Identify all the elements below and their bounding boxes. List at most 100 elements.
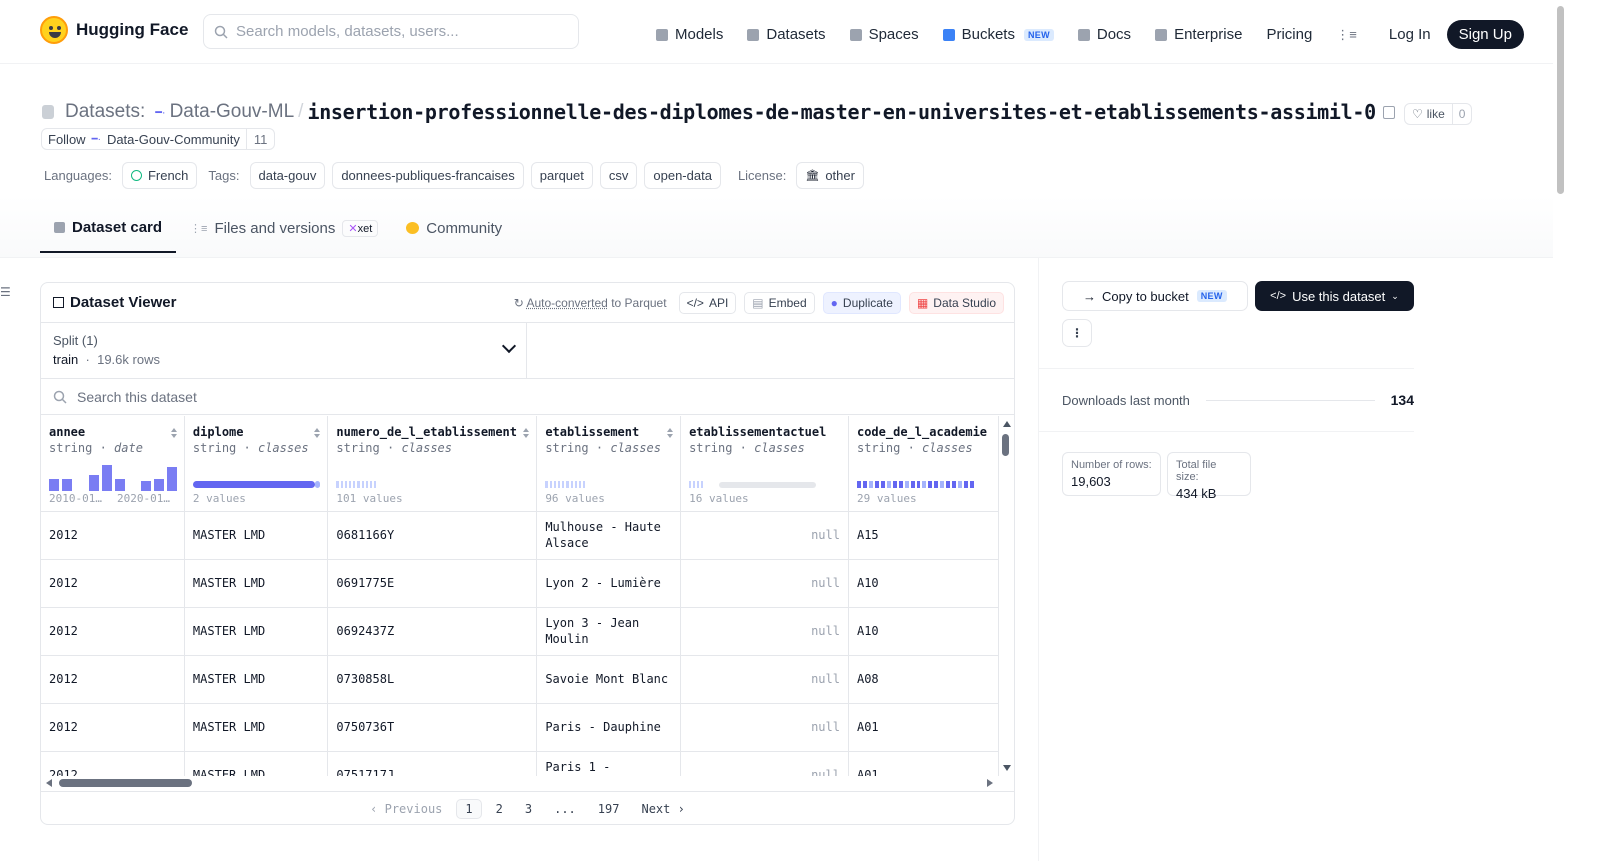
tag-item[interactable]: donnees-publiques-francaises (332, 162, 524, 189)
repo-org-link[interactable]: Data-Gouv-ML (170, 101, 295, 123)
sort-icon[interactable] (667, 428, 674, 438)
table-cell[interactable]: Savoie Mont Blanc (536, 655, 682, 704)
more-options-button[interactable]: ⋮ (1062, 319, 1092, 347)
class-distribution[interactable]: 96 values (545, 461, 672, 507)
page-button[interactable]: 1 (456, 798, 482, 819)
embed-button[interactable]: ▤ Embed (744, 292, 815, 314)
nav-enterprise[interactable]: Enterprise (1155, 26, 1242, 43)
table-cell[interactable]: 2012 (41, 751, 185, 776)
nav-docs[interactable]: Docs (1077, 26, 1131, 43)
nav-pricing[interactable]: Pricing (1266, 26, 1312, 43)
more-menu-icon[interactable]: ⋮≡ (1336, 27, 1357, 43)
column-header-numero-de-l-etablissement[interactable]: numero_de_l_etablissement string · class… (327, 416, 538, 512)
nav-datasets[interactable]: Datasets (747, 26, 826, 43)
tag-item[interactable]: parquet (530, 162, 593, 189)
page-button[interactable]: 3 (517, 800, 540, 818)
table-cell[interactable]: null (680, 511, 849, 560)
class-distribution[interactable]: 101 values (336, 461, 528, 507)
copy-icon[interactable] (1382, 105, 1395, 119)
table-cell[interactable]: A15 (848, 511, 999, 560)
global-search[interactable] (203, 14, 579, 49)
table-cell[interactable]: Mulhouse - Haute Alsace (536, 511, 682, 560)
split-select[interactable]: Split (1) train · 19.6k rows (41, 323, 527, 378)
tag-language[interactable]: French (121, 162, 198, 189)
table-cell[interactable]: MASTER LMD (184, 655, 329, 704)
table-row[interactable]: 2012 MASTER LMD 0692437Z Lyon 3 - Jean M… (41, 607, 999, 656)
previous-page-button[interactable]: ‹ Previous (362, 800, 450, 818)
table-cell[interactable]: A01 (848, 703, 999, 752)
table-cell[interactable]: Lyon 2 - Lumière (536, 559, 682, 608)
tag-license[interactable]: 🏛 other (796, 162, 864, 189)
sort-icon[interactable] (314, 428, 321, 438)
scroll-left-icon[interactable] (46, 779, 52, 787)
global-search-input[interactable] (236, 23, 556, 40)
table-cell[interactable]: null (680, 703, 849, 752)
dataset-search-input[interactable] (77, 388, 477, 405)
repo-name[interactable]: insertion-professionnelle-des-diplomes-d… (307, 100, 1376, 124)
horizontal-scrollbar[interactable] (41, 777, 999, 789)
table-cell[interactable]: null (680, 607, 849, 656)
column-header-etablissementactuel[interactable]: etablissementactuel string · classes 16 … (680, 416, 849, 512)
class-distribution[interactable]: 29 values (856, 461, 990, 507)
like-button[interactable]: ♡ like 0 (1404, 103, 1473, 125)
tag-item[interactable]: csv (599, 162, 638, 189)
api-button[interactable]: </> API (678, 292, 737, 314)
page-button[interactable]: 2 (488, 800, 511, 818)
date-histogram[interactable]: 2010-01… 2020-01… (49, 461, 177, 507)
column-header-diplome[interactable]: diplome string · classes 2 values (184, 416, 329, 512)
class-distribution[interactable]: 2 values (192, 461, 320, 507)
table-cell[interactable]: 0751717J (327, 751, 538, 776)
table-cell[interactable]: 0681166Y (327, 511, 538, 560)
nav-models[interactable]: Models (656, 26, 723, 43)
table-cell[interactable]: 2012 (41, 511, 185, 560)
table-cell[interactable]: 0750736T (327, 703, 538, 752)
table-cell[interactable]: 2012 (41, 559, 185, 608)
table-cell[interactable]: 0730858L (327, 655, 538, 704)
table-cell[interactable]: 2012 (41, 655, 185, 704)
copy-to-bucket-button[interactable]: → Copy to bucket NEW (1062, 281, 1248, 311)
login-link[interactable]: Log In (1389, 26, 1431, 43)
scroll-thumb[interactable] (1557, 6, 1564, 194)
table-row[interactable]: 2012 MASTER LMD 0681166Y Mulhouse - Haut… (41, 511, 999, 560)
auto-converted-note[interactable]: ↻ Auto-converted to Parquet (514, 296, 667, 310)
data-table-wrapper[interactable]: annee string · date 2010-01… 2020-01… di… (41, 416, 999, 776)
sort-icon[interactable] (170, 428, 178, 438)
page-scrollbar[interactable] (1553, 0, 1568, 861)
scroll-up-icon[interactable] (1003, 421, 1011, 427)
nav-spaces[interactable]: Spaces (849, 26, 919, 43)
table-cell[interactable]: MASTER LMD (184, 607, 329, 656)
table-cell[interactable]: MASTER LMD (184, 559, 329, 608)
class-distribution[interactable]: 16 values (689, 461, 840, 507)
tag-item[interactable]: data-gouv (249, 162, 326, 189)
table-cell[interactable]: A08 (848, 655, 999, 704)
logo[interactable]: Hugging Face (40, 16, 188, 44)
nav-buckets[interactable]: Buckets NEW (942, 26, 1054, 43)
table-cell[interactable]: 0691775E (327, 559, 538, 608)
table-cell[interactable]: Paris - Dauphine (536, 703, 682, 752)
table-cell[interactable]: 0692437Z (327, 607, 538, 656)
dataset-search[interactable] (41, 379, 1014, 415)
table-cell[interactable]: null (680, 751, 849, 776)
table-cell[interactable]: MASTER LMD (184, 511, 329, 560)
sort-icon[interactable] (523, 428, 530, 438)
use-this-dataset-button[interactable]: </> Use this dataset ⌄ (1255, 281, 1414, 311)
next-page-button[interactable]: Next › (633, 800, 692, 818)
table-row[interactable]: 2012 MASTER LMD 0750736T Paris - Dauphin… (41, 703, 999, 752)
tab-community[interactable]: Community (392, 213, 516, 253)
table-cell[interactable]: Paris 1 - Panthéon (536, 751, 682, 776)
table-cell[interactable]: MASTER LMD (184, 751, 329, 776)
table-row[interactable]: 2012 MASTER LMD 0730858L Savoie Mont Bla… (41, 655, 999, 704)
table-row[interactable]: 2012 MASTER LMD 0751717J Paris 1 - Panth… (41, 751, 999, 776)
tab-files-and-versions[interactable]: ⋮≡ Files and versions ✕xet (176, 213, 392, 253)
scroll-thumb[interactable] (1002, 434, 1009, 456)
table-cell[interactable]: A10 (848, 607, 999, 656)
repo-type-label[interactable]: Datasets: (65, 101, 145, 123)
table-row[interactable]: 2012 MASTER LMD 0691775E Lyon 2 - Lumièr… (41, 559, 999, 608)
data-studio-button[interactable]: ▦ Data Studio (908, 292, 1004, 314)
column-header-etablissement[interactable]: etablissement string · classes 96 values (536, 416, 682, 512)
tag-item[interactable]: open-data (644, 162, 721, 189)
table-cell[interactable]: MASTER LMD (184, 703, 329, 752)
column-header-code-de-l-academie[interactable]: code_de_l_academie string · classes 29 v… (848, 416, 999, 512)
table-cell[interactable]: null (680, 559, 849, 608)
page-button[interactable]: 197 (590, 800, 628, 818)
